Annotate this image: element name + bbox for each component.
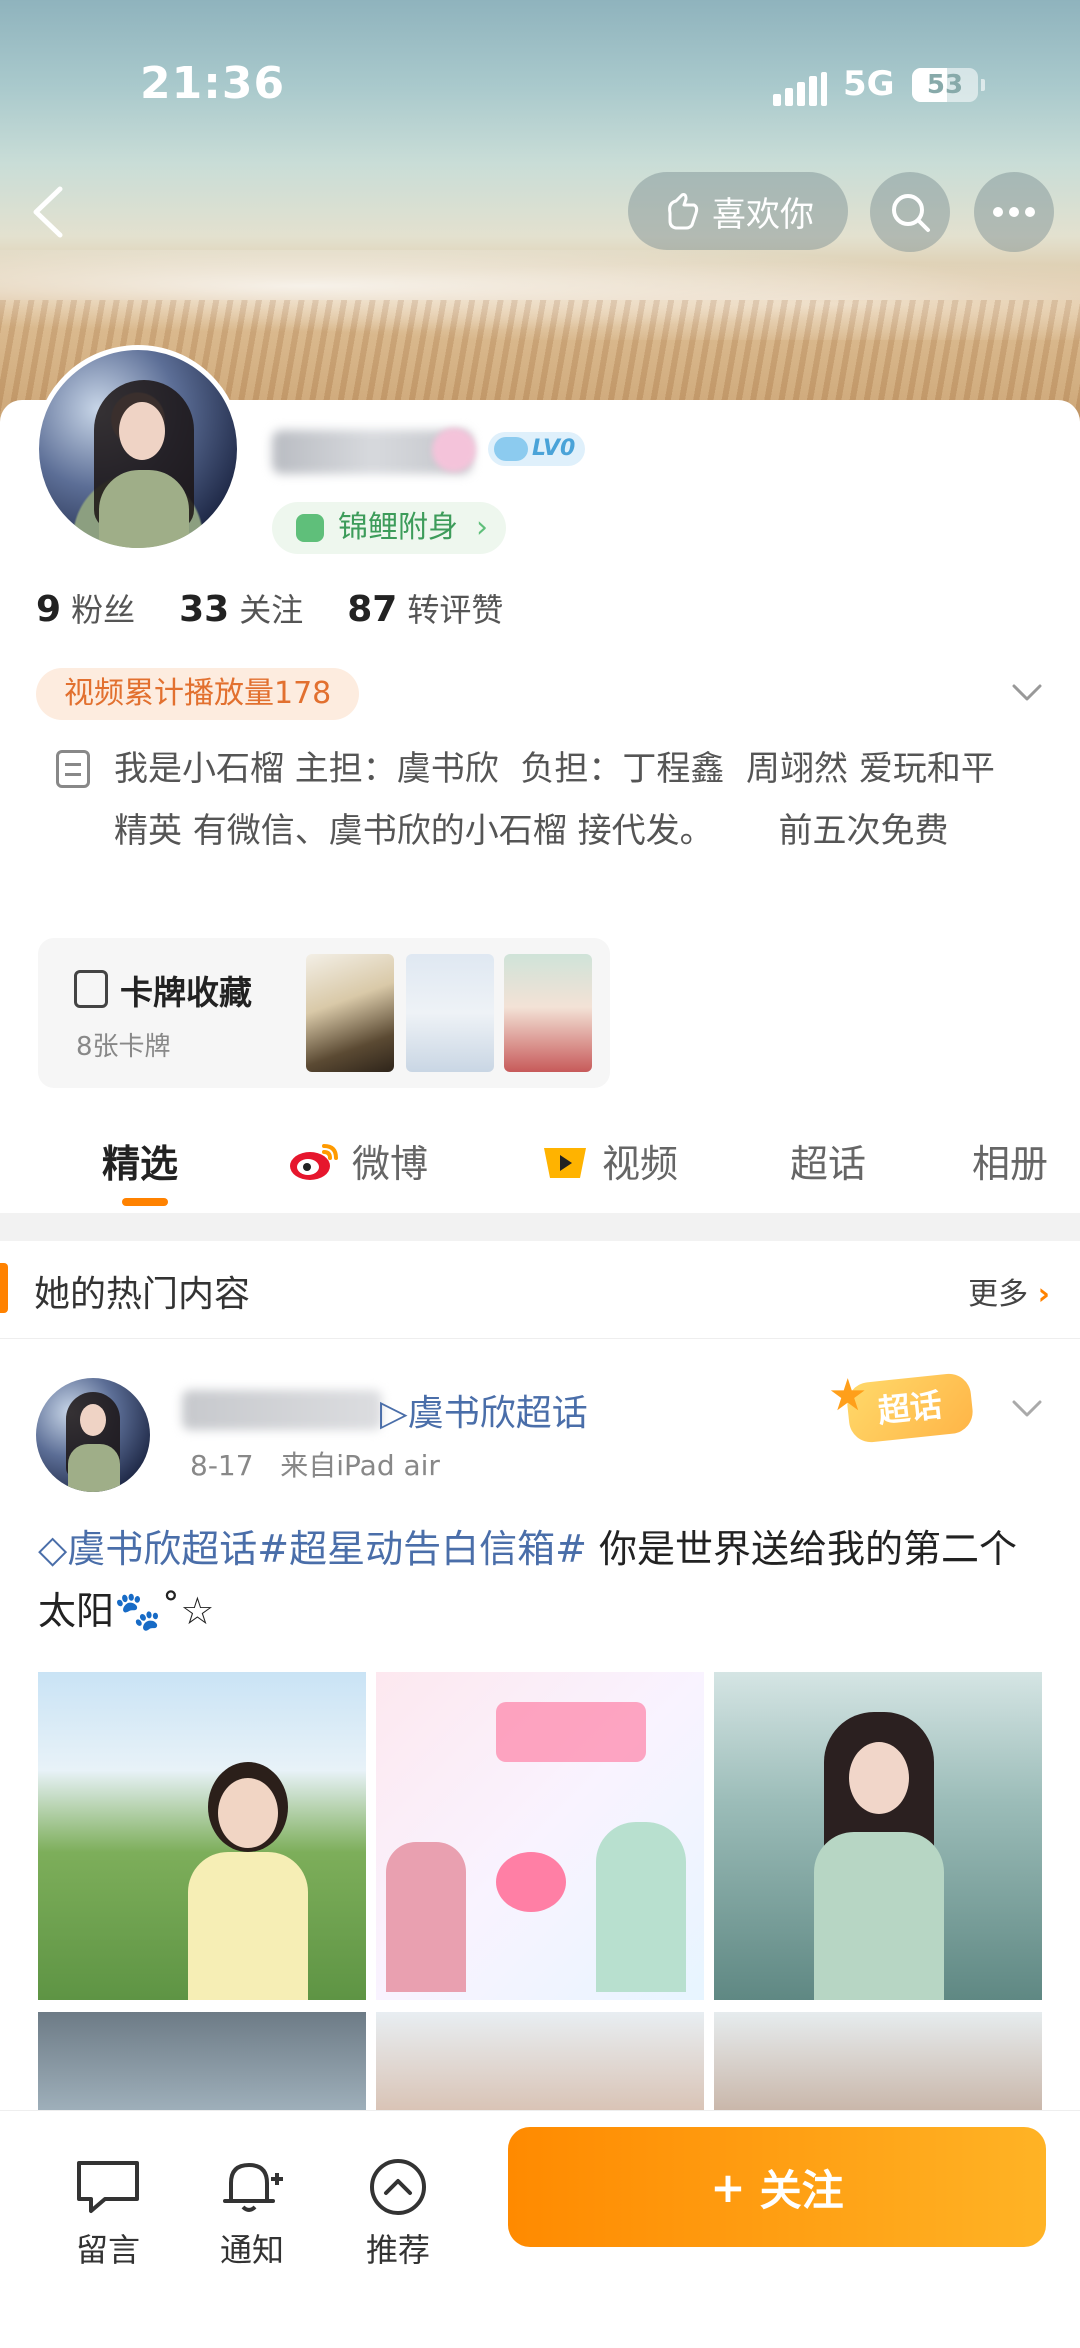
battery-level: 53 bbox=[926, 70, 964, 100]
hot-content-title: 她的热门内容 bbox=[34, 1274, 251, 1315]
supertopic-badge: 超话 ★ bbox=[828, 1370, 978, 1445]
message-button[interactable]: 留言 bbox=[58, 2157, 158, 2271]
like-you-button[interactable]: 喜欢你 bbox=[628, 172, 848, 250]
post-image[interactable] bbox=[38, 1672, 366, 2000]
more-label: 更多 bbox=[968, 1277, 1029, 1312]
stat-following[interactable]: 33 关注 bbox=[179, 585, 303, 631]
star-icon: ★ bbox=[828, 1370, 868, 1421]
chevron-up-circle-icon bbox=[370, 2159, 426, 2215]
chevron-right-icon: › bbox=[476, 510, 488, 545]
like-you-label: 喜欢你 bbox=[712, 194, 814, 235]
followers-count: 9 bbox=[36, 589, 62, 630]
profile-tabs: 精选 微博 视频 超话 相册 bbox=[0, 1115, 1080, 1211]
stat-followers[interactable]: 9 粉丝 bbox=[36, 585, 135, 631]
card-collection-icon bbox=[74, 970, 108, 1008]
recommend-button[interactable]: 推荐 bbox=[348, 2157, 448, 2271]
bottom-action-bar: 留言 通知 推荐 + 关注 bbox=[0, 2110, 1080, 2348]
following-count: 33 bbox=[179, 589, 230, 630]
tab-weibo[interactable]: 微博 bbox=[288, 1133, 428, 1188]
post-author-name-blurred bbox=[182, 1390, 382, 1430]
notify-label: 通知 bbox=[219, 2231, 284, 2269]
follow-label: 关注 bbox=[759, 2165, 844, 2215]
recommend-label: 推荐 bbox=[365, 2231, 430, 2269]
tab-label: 相册 bbox=[972, 1142, 1049, 1186]
post-topic-tag[interactable]: ◇虞书欣超话#超星动告白信箱# bbox=[38, 1527, 587, 1571]
network-type: 5G bbox=[843, 64, 895, 104]
section-accent-bar bbox=[0, 1263, 8, 1313]
tab-featured[interactable]: 精选 bbox=[102, 1133, 178, 1188]
post-image[interactable] bbox=[714, 1672, 1042, 2000]
level-label: LV0 bbox=[532, 436, 576, 461]
back-arrow-icon bbox=[33, 186, 63, 238]
ellipsis-icon bbox=[993, 207, 1035, 217]
tab-supertopic[interactable]: 超话 bbox=[790, 1133, 866, 1188]
card-collection[interactable]: 卡牌收藏 8张卡牌 bbox=[38, 938, 610, 1088]
chevron-down-icon[interactable] bbox=[1010, 676, 1044, 710]
following-label: 关注 bbox=[239, 591, 304, 629]
post-source: 来自iPad air bbox=[280, 1449, 440, 1482]
post-date: 8-17 bbox=[190, 1449, 254, 1482]
weibo-logo-icon bbox=[290, 1143, 338, 1180]
post-image[interactable] bbox=[714, 2012, 1042, 2112]
search-button[interactable] bbox=[870, 172, 950, 252]
interactions-label: 转评赞 bbox=[407, 591, 504, 629]
search-icon bbox=[892, 194, 930, 232]
profile-stats: 9 粉丝 33 关注 87 转评赞 bbox=[36, 585, 503, 631]
chevron-right-icon: › bbox=[1037, 1277, 1050, 1312]
stat-interactions[interactable]: 87 转评赞 bbox=[347, 585, 503, 631]
koi-label: 锦鲤附身 bbox=[338, 510, 458, 545]
video-play-icon bbox=[544, 1147, 586, 1178]
more-options-button[interactable] bbox=[974, 172, 1054, 252]
post-image[interactable] bbox=[376, 2012, 704, 2112]
tab-label: 视频 bbox=[602, 1142, 679, 1186]
card-thumbnail[interactable] bbox=[406, 954, 494, 1072]
hand-heart-icon bbox=[668, 193, 699, 230]
notify-button[interactable]: 通知 bbox=[202, 2157, 302, 2271]
level-badge[interactable]: LV0 bbox=[488, 432, 586, 466]
status-bar: 21:36 5G 53 bbox=[0, 58, 1080, 118]
card-thumbnail[interactable] bbox=[504, 954, 592, 1072]
card-collection-count: 8张卡牌 bbox=[76, 1032, 171, 1062]
post-image[interactable] bbox=[376, 1672, 704, 2000]
follow-button[interactable]: + 关注 bbox=[508, 2127, 1046, 2247]
vip-badge-icon bbox=[432, 428, 476, 472]
plus-icon: + bbox=[710, 2162, 746, 2212]
card-thumbnail[interactable] bbox=[306, 954, 394, 1072]
message-label: 留言 bbox=[75, 2231, 140, 2269]
post-image[interactable] bbox=[38, 2012, 366, 2112]
status-time: 21:36 bbox=[140, 58, 286, 109]
tab-active-indicator bbox=[122, 1198, 168, 1206]
avatar[interactable] bbox=[34, 345, 242, 553]
message-icon bbox=[77, 2161, 139, 2213]
followers-label: 粉丝 bbox=[71, 591, 136, 629]
diamond-icon: ◇ bbox=[38, 1527, 68, 1571]
back-button[interactable] bbox=[28, 185, 68, 239]
koi-icon bbox=[296, 514, 324, 542]
bell-plus-icon bbox=[223, 2163, 283, 2212]
post-author-avatar[interactable] bbox=[36, 1378, 150, 1492]
more-link[interactable]: 更多 › bbox=[968, 1269, 1050, 1313]
tab-album[interactable]: 相册 bbox=[972, 1133, 1048, 1188]
post-topic-label: 虞书欣超话 bbox=[407, 1393, 588, 1434]
cloud-icon bbox=[494, 437, 528, 461]
koi-badge[interactable]: 锦鲤附身 › bbox=[272, 502, 506, 554]
tab-label: 微博 bbox=[352, 1142, 429, 1186]
post-hashtags: 虞书欣超话#超星动告白信箱# bbox=[67, 1527, 587, 1571]
post-supertopic-link[interactable]: ▷虞书欣超话 bbox=[380, 1384, 588, 1436]
tab-video[interactable]: 视频 bbox=[540, 1133, 678, 1188]
card-collection-title: 卡牌收藏 bbox=[120, 973, 252, 1012]
post-meta: 8-17 来自iPad air bbox=[190, 1444, 440, 1484]
post-text: ◇虞书欣超话#超星动告白信箱# 你是世界送给我的第二个太阳🐾˚☆ bbox=[38, 1518, 1048, 1642]
tab-label: 精选 bbox=[102, 1142, 179, 1186]
hot-content-header: 她的热门内容 更多 › bbox=[0, 1241, 1080, 1339]
interactions-count: 87 bbox=[347, 589, 398, 630]
tab-label: 超话 bbox=[790, 1142, 867, 1186]
bio-document-icon bbox=[56, 750, 90, 788]
signal-icon bbox=[773, 72, 827, 106]
section-divider bbox=[0, 1213, 1080, 1241]
bio-text: 我是小石榴 主担：虞书欣 负担：丁程鑫 周翊然 爱玩和平精英 有微信、虞书欣的小… bbox=[114, 749, 995, 851]
battery-icon: 53 bbox=[912, 68, 985, 102]
video-plays-badge[interactable]: 视频累计播放量178 bbox=[36, 668, 360, 720]
chevron-down-icon[interactable] bbox=[1010, 1392, 1044, 1426]
